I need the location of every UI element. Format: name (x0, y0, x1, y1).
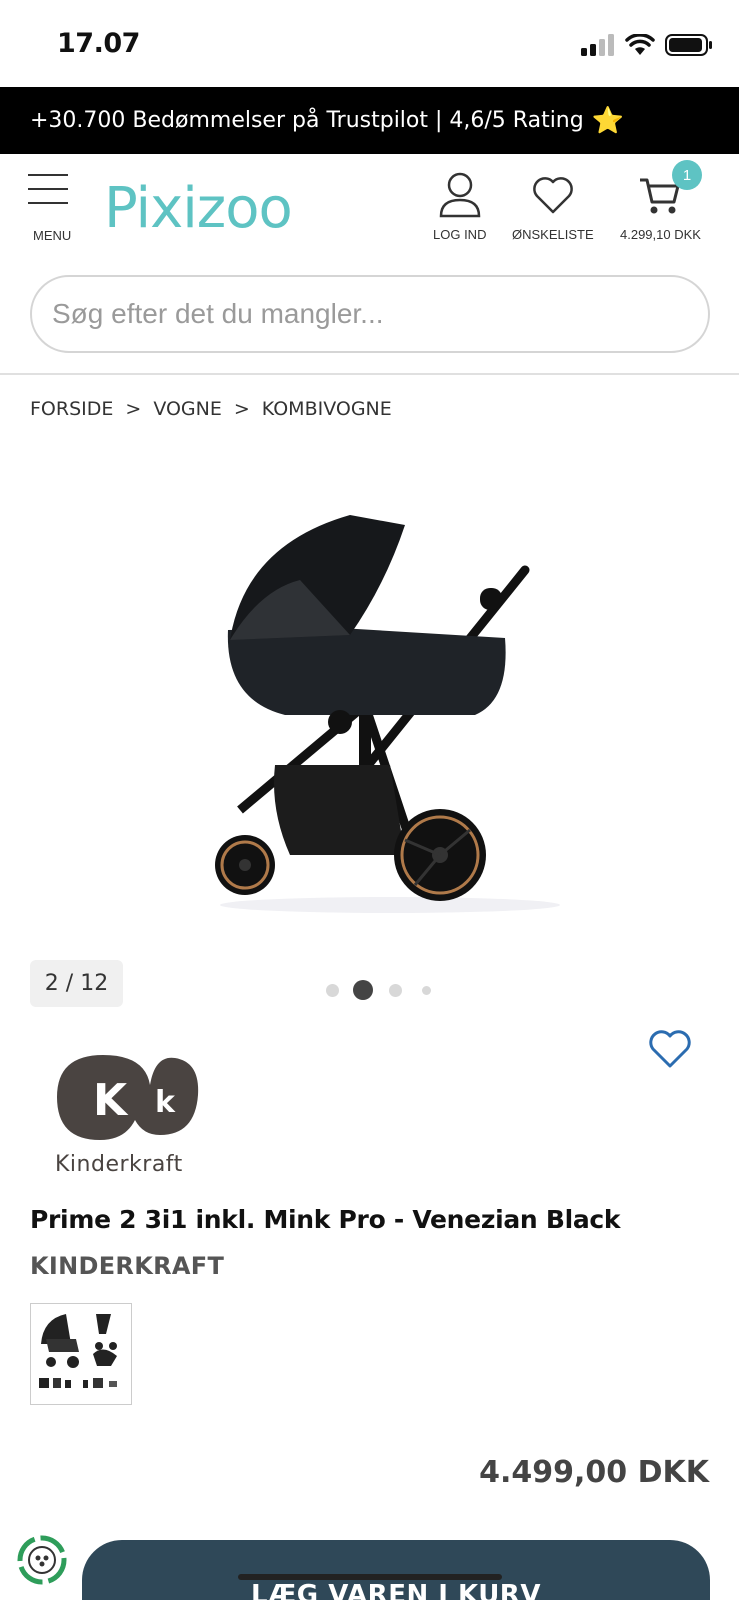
status-icons (581, 30, 713, 60)
header-divider (0, 373, 739, 375)
site-header: MENU Pixizoo LOG IND ØNSKELISTE 4.299,10… (0, 154, 739, 254)
search-input[interactable] (52, 298, 708, 330)
battery-icon (665, 34, 712, 56)
breadcrumb-separator: > (233, 398, 250, 420)
recycle-icon[interactable] (14, 1532, 70, 1588)
star-icon: ⭐ (591, 105, 625, 136)
login-button[interactable]: LOG IND (433, 172, 486, 242)
status-time: 17.07 (57, 28, 140, 59)
signal-icon (581, 34, 614, 56)
breadcrumb: FORSIDE > VOGNE > KOMBIVOGNE (30, 398, 392, 420)
variant-thumbnail-image (39, 1314, 117, 1388)
product-brand[interactable]: KINDERKRAFT (30, 1252, 224, 1280)
gallery-counter: 2 / 12 (30, 960, 123, 1007)
search-bar[interactable] (30, 275, 710, 353)
login-label: LOG IND (433, 227, 487, 242)
breadcrumb-item-kombivogne[interactable]: KOMBIVOGNE (262, 398, 392, 420)
product-price: 4.499,00 DKK (479, 1455, 709, 1490)
breadcrumb-item-vogne[interactable]: VOGNE (153, 398, 222, 420)
wishlist-label: ØNSKELISTE (512, 227, 594, 242)
svg-text:K: K (93, 1075, 129, 1126)
wishlist-button[interactable]: ØNSKELISTE (512, 172, 594, 242)
status-bar: 17.07 (0, 0, 739, 87)
gallery-dot[interactable] (422, 985, 431, 995)
brand-logo[interactable]: K k Kinderkraft (55, 1050, 205, 1180)
wifi-icon (625, 34, 655, 55)
promo-bar[interactable]: +30.700 Bedømmelser på Trustpilot | 4,6/… (0, 87, 739, 154)
menu-button[interactable]: MENU (28, 174, 78, 244)
add-to-wishlist-heart-icon[interactable] (648, 1030, 692, 1070)
menu-icon (28, 174, 78, 204)
site-logo[interactable]: Pixizoo (104, 176, 293, 241)
cart-count-badge: 1 (672, 160, 702, 190)
gallery-dot-active[interactable] (353, 980, 373, 1000)
breadcrumb-separator: > (125, 398, 142, 420)
gallery-dots[interactable] (326, 980, 431, 1000)
promo-text: +30.700 Bedømmelser på Trustpilot | 4,6/… (30, 108, 584, 133)
cart-total: 4.299,10 DKK (620, 227, 701, 242)
kinderkraft-logo-mark: K k (57, 1055, 199, 1140)
add-to-cart-button[interactable]: LÆG VAREN I KURV (82, 1540, 710, 1600)
menu-label: MENU (33, 228, 72, 243)
product-variant-thumbnail[interactable] (30, 1303, 132, 1405)
brand-logo-text: Kinderkraft (55, 1152, 183, 1177)
gallery-dot[interactable] (326, 983, 339, 997)
user-icon (439, 172, 480, 218)
product-title: Prime 2 3i1 inkl. Mink Pro - Venezian Bl… (30, 1205, 621, 1234)
gallery-dot[interactable] (389, 983, 402, 997)
home-indicator (238, 1574, 502, 1580)
breadcrumb-item-forside[interactable]: FORSIDE (30, 398, 113, 420)
heart-icon (532, 177, 573, 214)
product-image[interactable] (190, 510, 590, 930)
svg-text:k: k (155, 1085, 176, 1120)
